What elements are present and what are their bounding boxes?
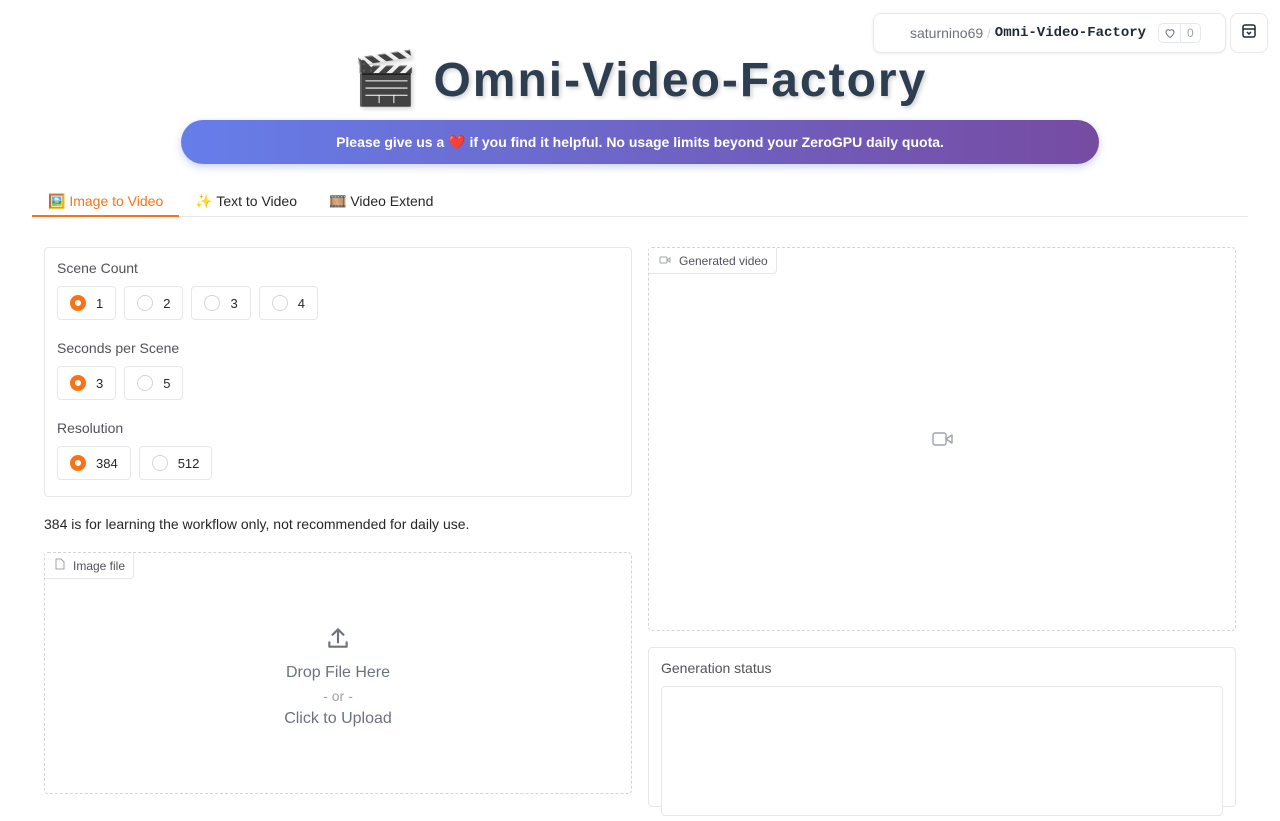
scene-count-radio-group: 1 2 3 4 xyxy=(57,286,619,320)
resolution-note: 384 is for learning the workflow only, n… xyxy=(44,516,470,532)
generated-video-tag: Generated video xyxy=(649,248,777,274)
scene-count-option-1[interactable]: 1 xyxy=(57,286,117,320)
radio-dot xyxy=(70,295,86,311)
upload-icon xyxy=(45,625,631,656)
drop-file-text: Drop File Here xyxy=(285,664,391,681)
path-separator: / xyxy=(987,25,991,41)
file-icon xyxy=(55,558,65,573)
radio-dot xyxy=(70,375,86,391)
resolution-option-384[interactable]: 384 xyxy=(57,446,131,480)
option-label: 5 xyxy=(163,375,171,391)
radio-dot xyxy=(151,455,168,471)
info-banner: Please give us a ❤️ if you find it helpf… xyxy=(181,120,1099,164)
clapperboard-icon: 🎬 xyxy=(352,50,420,108)
like-count: 0 xyxy=(1187,26,1194,40)
radio-dot xyxy=(70,455,86,471)
option-label: 3 xyxy=(230,295,238,311)
video-placeholder-icon xyxy=(932,431,954,452)
page-title: 🎬 Omni-Video-Factory xyxy=(0,48,1280,109)
tab-text-to-video[interactable]: ✨ Text to Video xyxy=(179,184,313,217)
video-camera-icon xyxy=(659,254,671,268)
seconds-option-5[interactable]: 5 xyxy=(124,366,184,400)
scene-count-option-2[interactable]: 2 xyxy=(124,286,184,320)
space-header-badge: saturnino69 / Omni-Video-Factory 0 xyxy=(873,13,1226,53)
space-name-link[interactable]: Omni-Video-Factory xyxy=(995,25,1146,41)
generation-status-panel: Generation status xyxy=(648,647,1236,816)
like-button[interactable]: 0 xyxy=(1158,23,1201,43)
resolution-radio-group: 384 512 xyxy=(57,446,619,480)
radio-dot xyxy=(137,295,154,311)
resolution-option-512[interactable]: 512 xyxy=(138,446,213,480)
generation-status-textbox[interactable] xyxy=(661,686,1223,816)
scene-count-label: Scene Count xyxy=(57,260,138,276)
option-label: 1 xyxy=(96,295,104,311)
title-text: Omni-Video-Factory xyxy=(433,54,928,107)
radio-dot xyxy=(271,295,288,311)
tab-image-to-video[interactable]: 🖼️ Image to Video xyxy=(32,184,180,217)
seconds-per-scene-label: Seconds per Scene xyxy=(57,340,180,356)
space-owner-link[interactable]: saturnino69 xyxy=(910,25,983,41)
radio-dot xyxy=(204,295,221,311)
click-to-upload-text: Click to Upload xyxy=(284,710,392,727)
heart-icon xyxy=(1159,24,1182,42)
upload-prompt: Drop File Here - or - Click to Upload xyxy=(45,625,631,728)
image-file-tag: Image file xyxy=(45,553,135,579)
tab-video-extend[interactable]: 🎞️ Video Extend xyxy=(313,184,449,217)
radio-dot xyxy=(137,375,154,391)
image-upload-dropzone[interactable]: Image file Drop File Here - or - Click t… xyxy=(44,552,632,794)
generated-video-panel: Generated video xyxy=(648,247,1236,631)
generation-status-label: Generation status xyxy=(661,660,772,676)
option-label: 2 xyxy=(163,295,171,311)
option-label: 512 xyxy=(177,455,200,471)
image-file-label: Image file xyxy=(73,558,126,573)
or-text: - or - xyxy=(323,688,353,704)
generated-video-label: Generated video xyxy=(679,253,768,268)
settings-panel: Scene Count 1 2 3 4 Seconds per Scene 3 … xyxy=(44,247,632,497)
option-label: 3 xyxy=(96,375,104,391)
scene-count-option-3[interactable]: 3 xyxy=(191,286,251,320)
option-label: 384 xyxy=(96,455,118,471)
scene-count-option-4[interactable]: 4 xyxy=(258,286,318,320)
collapse-icon xyxy=(1241,23,1257,44)
option-label: 4 xyxy=(297,295,305,311)
seconds-per-scene-radio-group: 3 5 xyxy=(57,366,619,400)
seconds-option-3[interactable]: 3 xyxy=(57,366,117,400)
tab-bar: 🖼️ Image to Video ✨ Text to Video 🎞️ Vid… xyxy=(32,184,1248,217)
resolution-label: Resolution xyxy=(57,420,124,436)
collapse-header-button[interactable] xyxy=(1230,13,1268,53)
